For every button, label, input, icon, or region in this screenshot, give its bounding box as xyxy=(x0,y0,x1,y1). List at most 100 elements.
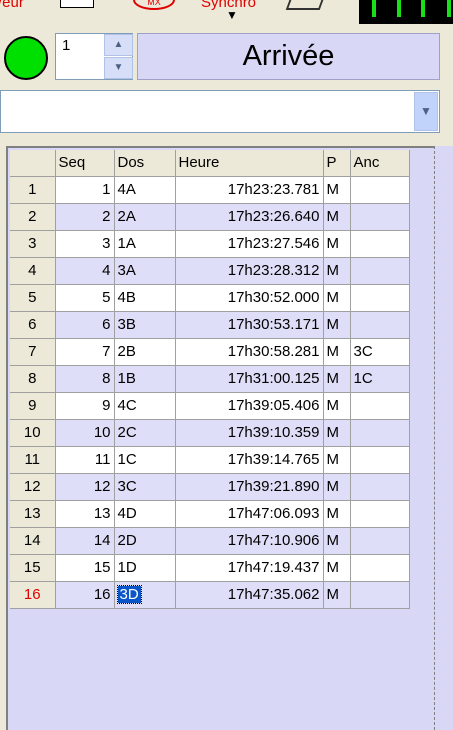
table-row[interactable]: 5 5 4B 17h30:52.000 M xyxy=(10,284,410,312)
p-cell[interactable]: M xyxy=(323,257,351,285)
dos-cell[interactable]: 3C xyxy=(114,473,176,501)
table-row[interactable]: 2 2 2A 17h23:26.640 M xyxy=(10,203,410,231)
anc-cell[interactable] xyxy=(350,176,410,204)
p-cell[interactable]: M xyxy=(323,554,351,582)
row-header-cell[interactable]: 7 xyxy=(10,338,56,366)
seq-cell[interactable]: 11 xyxy=(55,446,115,474)
selection-combo[interactable]: ▼ xyxy=(0,90,440,133)
seq-cell[interactable]: 7 xyxy=(55,338,115,366)
p-cell[interactable]: M xyxy=(323,176,351,204)
p-cell[interactable]: M xyxy=(323,284,351,312)
table-row[interactable]: 9 9 4C 17h39:05.406 M xyxy=(10,392,410,420)
anc-cell[interactable] xyxy=(350,311,410,339)
table-row[interactable]: 3 3 1A 17h23:27.546 M xyxy=(10,230,410,258)
dos-cell[interactable]: 1B xyxy=(114,365,176,393)
anc-cell[interactable] xyxy=(350,581,410,609)
row-header-cell[interactable]: 3 xyxy=(10,230,56,258)
heure-cell[interactable]: 17h23:23.781 xyxy=(175,176,324,204)
seq-cell[interactable]: 13 xyxy=(55,500,115,528)
heure-cell[interactable]: 17h47:06.093 xyxy=(175,500,324,528)
heure-cell[interactable]: 17h47:19.437 xyxy=(175,554,324,582)
mx-icon[interactable]: MX xyxy=(133,0,175,10)
table-row[interactable]: 14 14 2D 17h47:10.906 M xyxy=(10,527,410,555)
cube-icon[interactable] xyxy=(285,0,327,10)
heure-cell[interactable]: 17h30:52.000 xyxy=(175,284,324,312)
table-row[interactable]: 4 4 3A 17h23:28.312 M xyxy=(10,257,410,285)
row-header-cell[interactable]: 16 xyxy=(10,581,56,609)
row-header-cell[interactable]: 6 xyxy=(10,311,56,339)
row-header-cell[interactable]: 14 xyxy=(10,527,56,555)
heure-cell[interactable]: 17h39:14.765 xyxy=(175,446,324,474)
table-row[interactable]: 11 11 1C 17h39:14.765 M xyxy=(10,446,410,474)
row-header-cell[interactable]: 9 xyxy=(10,392,56,420)
col-header-anc[interactable]: Anc xyxy=(350,150,410,177)
heure-cell[interactable]: 17h23:27.546 xyxy=(175,230,324,258)
seq-cell[interactable]: 2 xyxy=(55,203,115,231)
row-header-cell[interactable]: 13 xyxy=(10,500,56,528)
seq-cell[interactable]: 16 xyxy=(55,581,115,609)
dos-cell[interactable]: 4D xyxy=(114,500,176,528)
p-cell[interactable]: M xyxy=(323,338,351,366)
p-cell[interactable]: M xyxy=(323,365,351,393)
heure-cell[interactable]: 17h39:10.359 xyxy=(175,419,324,447)
anc-cell[interactable] xyxy=(350,203,410,231)
dos-cell[interactable]: 2A xyxy=(114,203,176,231)
heure-cell[interactable]: 17h47:10.906 xyxy=(175,527,324,555)
vertical-scrollbar[interactable] xyxy=(434,146,453,730)
table-row[interactable]: 13 13 4D 17h47:06.093 M xyxy=(10,500,410,528)
row-header-cell[interactable]: 15 xyxy=(10,554,56,582)
p-cell[interactable]: M xyxy=(323,203,351,231)
dos-cell[interactable]: 1C xyxy=(114,446,176,474)
p-cell[interactable]: M xyxy=(323,500,351,528)
p-cell[interactable]: M xyxy=(323,311,351,339)
seq-cell[interactable]: 9 xyxy=(55,392,115,420)
p-cell[interactable]: M xyxy=(323,527,351,555)
heure-cell[interactable]: 17h31:00.125 xyxy=(175,365,324,393)
p-cell[interactable]: M xyxy=(323,419,351,447)
seq-cell[interactable]: 1 xyxy=(55,176,115,204)
dos-cell[interactable]: 2D xyxy=(114,527,176,555)
anc-cell[interactable] xyxy=(350,392,410,420)
seq-cell[interactable]: 8 xyxy=(55,365,115,393)
seq-cell[interactable]: 5 xyxy=(55,284,115,312)
row-header-cell[interactable]: 4 xyxy=(10,257,56,285)
p-cell[interactable]: M xyxy=(323,473,351,501)
row-header-cell[interactable]: 12 xyxy=(10,473,56,501)
spinner-up-button[interactable]: ▲ xyxy=(104,34,133,56)
row-header-cell[interactable]: 10 xyxy=(10,419,56,447)
dos-cell[interactable]: 3A xyxy=(114,257,176,285)
row-header-cell[interactable]: 1 xyxy=(10,176,56,204)
dos-cell[interactable]: 3D xyxy=(114,581,176,609)
heure-cell[interactable]: 17h23:28.312 xyxy=(175,257,324,285)
dos-cell[interactable]: 4C xyxy=(114,392,176,420)
table-row[interactable]: 10 10 2C 17h39:10.359 M xyxy=(10,419,410,447)
spinner-down-button[interactable]: ▼ xyxy=(104,57,133,79)
table-row[interactable]: 15 15 1D 17h47:19.437 M xyxy=(10,554,410,582)
anc-cell[interactable]: 1C xyxy=(350,365,410,393)
table-row[interactable]: 6 6 3B 17h30:53.171 M xyxy=(10,311,410,339)
table-row[interactable]: 16 16 3D 17h47:35.062 M xyxy=(10,581,410,609)
anc-cell[interactable] xyxy=(350,446,410,474)
results-grid[interactable]: Seq Dos Heure P Anc 1 1 4A 17h23:23.781 M 2 2 2… xyxy=(6,146,434,730)
seq-cell[interactable]: 10 xyxy=(55,419,115,447)
row-header-cell[interactable]: 5 xyxy=(10,284,56,312)
col-header-p[interactable]: P xyxy=(323,150,351,177)
spinner-value[interactable]: 1 xyxy=(62,37,70,54)
table-row[interactable]: 7 7 2B 17h30:58.281 M 3C xyxy=(10,338,410,366)
heure-cell[interactable]: 17h23:26.640 xyxy=(175,203,324,231)
dos-cell[interactable]: 1D xyxy=(114,554,176,582)
col-header-heure[interactable]: Heure xyxy=(175,150,324,177)
anc-cell[interactable] xyxy=(350,257,410,285)
dos-cell[interactable]: 2B xyxy=(114,338,176,366)
anc-cell[interactable] xyxy=(350,500,410,528)
p-cell[interactable]: M xyxy=(323,581,351,609)
p-cell[interactable]: M xyxy=(323,230,351,258)
dos-cell[interactable]: 4A xyxy=(114,176,176,204)
heure-cell[interactable]: 17h30:53.171 xyxy=(175,311,324,339)
dos-cell[interactable]: 3B xyxy=(114,311,176,339)
dos-cell[interactable]: 4B xyxy=(114,284,176,312)
selected-cell-value[interactable]: 3D xyxy=(116,585,142,604)
anc-cell[interactable] xyxy=(350,419,410,447)
seq-cell[interactable]: 14 xyxy=(55,527,115,555)
anc-cell[interactable]: 3C xyxy=(350,338,410,366)
